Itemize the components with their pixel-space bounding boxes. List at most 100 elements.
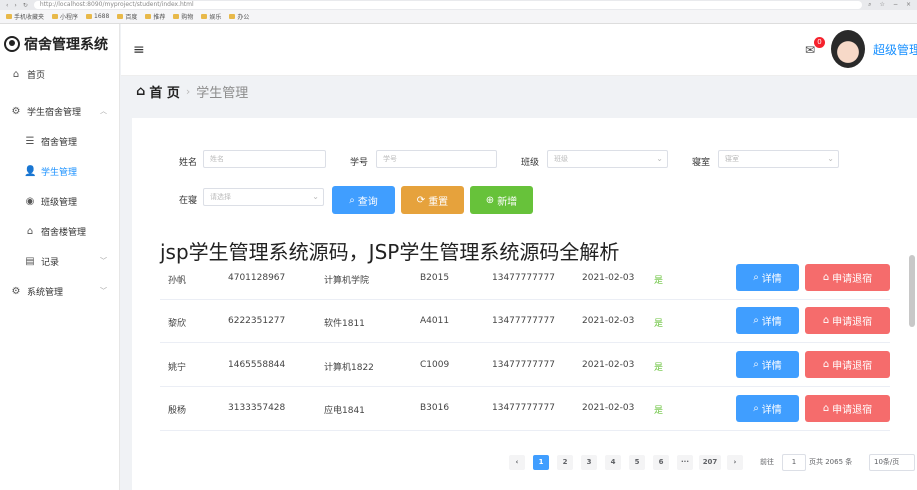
chevron-down-icon: ⌄	[312, 192, 319, 201]
detail-button[interactable]: ⌕ 详情	[736, 264, 799, 291]
page-button[interactable]: 5	[629, 455, 645, 470]
sidebar-item-records[interactable]: ▤ 记录 ﹀	[0, 246, 119, 276]
home-icon: ⌂	[822, 315, 830, 326]
status-select[interactable]: 请选择 ⌄	[203, 188, 324, 206]
page-button[interactable]: 3	[581, 455, 597, 470]
bookmark[interactable]: 百度	[117, 12, 137, 21]
folder-icon	[52, 14, 59, 19]
reset-button-label: 重置	[428, 196, 449, 208]
sidebar-item-system[interactable]: ⚙ 系统管理 ﹀	[0, 276, 119, 306]
checkout-button-label: 申请退宿	[832, 274, 873, 285]
mail-icon[interactable]: ✉	[805, 43, 815, 57]
building-icon: ⌂	[26, 225, 34, 237]
cell-name: 姚宁	[168, 363, 187, 373]
bookmarks-bar: 手机收藏夹 小程序 1688 百度 推荐 购物 娱乐 办公	[0, 10, 917, 24]
prev-page-icon[interactable]: ‹	[509, 455, 525, 470]
bookmark[interactable]: 购物	[173, 12, 193, 21]
page-size-select[interactable]: 10条/页	[869, 454, 915, 471]
page-button[interactable]: 4	[605, 455, 621, 470]
table-scrollbar[interactable]	[909, 255, 915, 327]
detail-button[interactable]: ⌕ 详情	[736, 351, 799, 378]
browser-nav: ‹ › ↻	[6, 2, 28, 9]
address-bar[interactable]: http://localhost:8090/myproject/student/…	[33, 1, 863, 9]
bookmark[interactable]: 推荐	[145, 12, 165, 21]
page-button[interactable]: 6	[653, 455, 669, 470]
bookmark[interactable]: 手机收藏夹	[6, 12, 44, 21]
page-button[interactable]: 2	[557, 455, 573, 470]
chevron-down-icon: ﹀	[100, 287, 107, 295]
checkout-button[interactable]: ⌂ 申请退宿	[805, 307, 890, 334]
sidebar-item-label: 学生管理	[41, 167, 78, 178]
detail-button[interactable]: ⌕ 详情	[736, 395, 799, 422]
detail-button[interactable]: ⌕ 详情	[736, 307, 799, 334]
bookmark[interactable]: 娱乐	[201, 12, 221, 21]
page-button[interactable]: 1	[533, 455, 549, 470]
folder-icon	[86, 14, 93, 19]
chevron-down-icon: ⌄	[656, 154, 663, 163]
row-divider	[160, 342, 890, 343]
add-button[interactable]: ⊕ 新增	[470, 186, 533, 214]
sidebar-item-rooms[interactable]: ☰ 宿舍管理	[0, 126, 119, 156]
checkout-button-label: 申请退宿	[832, 405, 873, 416]
goto-page-input[interactable]: 1	[782, 454, 806, 471]
star-icon[interactable]: ☆	[880, 1, 885, 9]
home-icon: ⌂	[822, 359, 830, 370]
close-icon[interactable]: ×	[906, 1, 911, 9]
cell-phone: 13477777777	[492, 316, 555, 326]
back-icon[interactable]: ‹	[6, 2, 8, 9]
sidebar-item-label: 班级管理	[41, 197, 78, 208]
minimize-icon[interactable]: −	[893, 1, 898, 9]
breadcrumb-home[interactable]: ⌂ 首 页	[136, 82, 180, 101]
name-label: 姓名	[179, 158, 198, 168]
bookmark-label: 百度	[125, 14, 138, 21]
cell-name: 殷杨	[168, 406, 187, 416]
forward-icon[interactable]: ›	[14, 2, 16, 9]
student-no-input[interactable]: 学号	[376, 150, 497, 168]
sidebar-item-students[interactable]: 👤 学生管理	[0, 156, 119, 186]
bookmark[interactable]: 办公	[229, 12, 249, 21]
detail-button-label: 详情	[761, 274, 782, 285]
checkout-button[interactable]: ⌂ 申请退宿	[805, 351, 890, 378]
home-icon: ⌂	[12, 68, 20, 80]
breadcrumb-current: 学生管理	[196, 86, 249, 101]
browser-tools: ⌕ ☆ − ×	[868, 1, 911, 9]
page-more[interactable]: ···	[677, 455, 693, 470]
bookmark[interactable]: 1688	[86, 13, 109, 20]
admin-name[interactable]: 超级管理	[873, 41, 917, 58]
name-input[interactable]: 姓名	[203, 150, 326, 168]
avatar[interactable]	[831, 30, 865, 68]
checkout-button[interactable]: ⌂ 申请退宿	[805, 264, 890, 291]
cell-phone: 13477777777	[492, 273, 555, 283]
menu-toggle-icon[interactable]: ≡	[133, 42, 145, 58]
cell-class: 计算机学院	[324, 276, 370, 286]
class-select[interactable]: 班级 ⌄	[547, 150, 668, 168]
page-button[interactable]: 207	[699, 455, 721, 470]
query-button[interactable]: ⌕ 查询	[332, 186, 395, 214]
chevron-down-icon: ⌄	[827, 154, 834, 163]
room-select[interactable]: 寝室 ⌄	[718, 150, 839, 168]
cell-date: 2021-02-03	[582, 403, 635, 413]
total-label: 页共 2065 条	[809, 458, 853, 466]
sidebar-item-buildings[interactable]: ⌂ 宿舍楼管理	[0, 216, 119, 246]
sidebar-item-label: 记录	[41, 257, 60, 268]
student-no-label: 学号	[350, 158, 369, 168]
list-icon: ☰	[25, 135, 35, 147]
reset-button[interactable]: ⟳ 重置	[401, 186, 464, 214]
content-card	[132, 118, 917, 490]
folder-icon	[173, 14, 180, 19]
sidebar-item-label: 宿舍楼管理	[41, 227, 87, 238]
cell-room: B2015	[420, 273, 450, 283]
search-icon[interactable]: ⌕	[868, 1, 871, 9]
checkout-button[interactable]: ⌂ 申请退宿	[805, 395, 890, 422]
bookmark[interactable]: 小程序	[52, 12, 78, 21]
sidebar-item-classes[interactable]: ◉ 班级管理	[0, 186, 119, 216]
detail-button-label: 详情	[761, 405, 782, 416]
sidebar-item-home[interactable]: ⌂ 首页	[0, 64, 119, 84]
settings-icon: ⚙	[11, 285, 21, 297]
cell-status: 是	[654, 319, 664, 329]
next-page-icon[interactable]: ›	[727, 455, 743, 470]
sidebar-item-dorm-management[interactable]: ⚙ 学生宿舍管理 ︿	[0, 96, 119, 126]
cell-phone: 13477777777	[492, 360, 555, 370]
logo-icon	[4, 36, 20, 52]
reload-icon[interactable]: ↻	[23, 2, 28, 9]
